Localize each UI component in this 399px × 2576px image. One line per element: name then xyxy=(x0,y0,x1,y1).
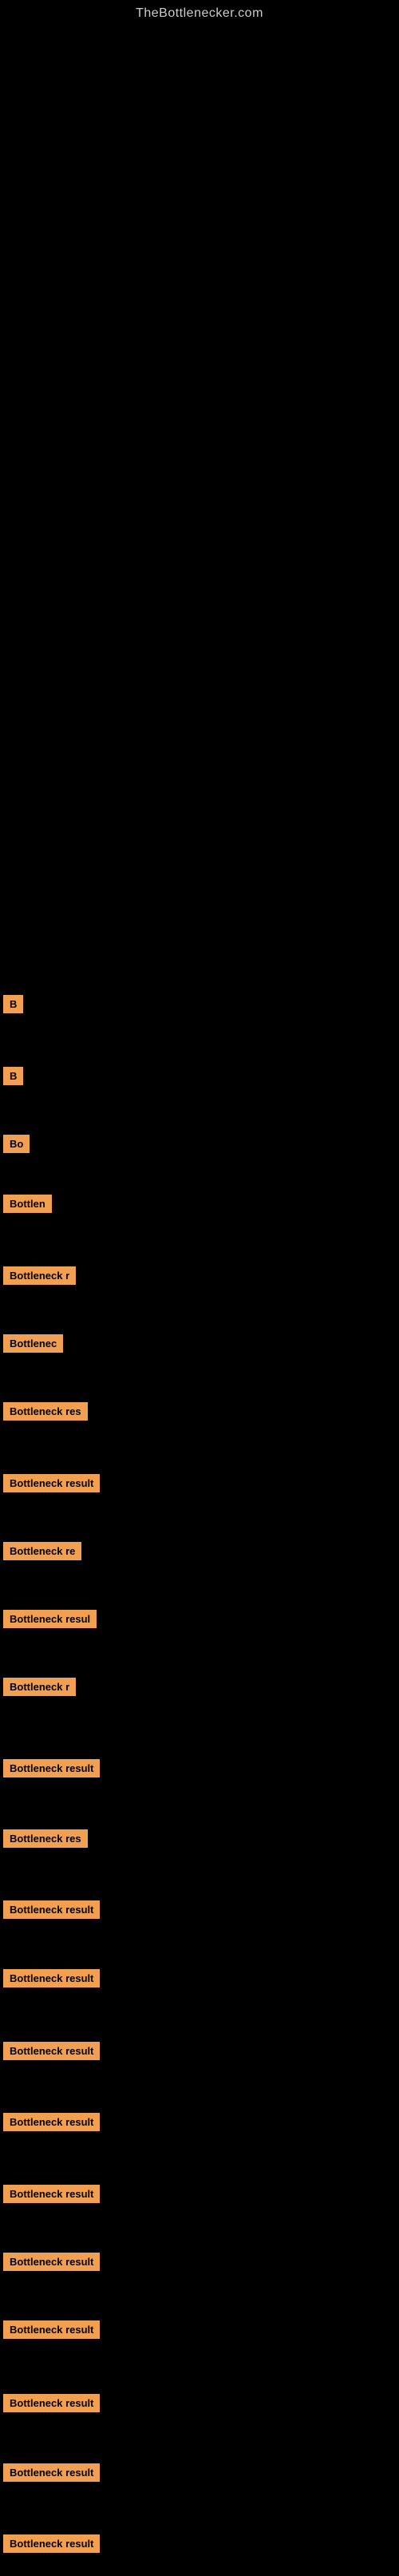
list-item: Bottleneck result xyxy=(3,2253,100,2271)
site-title: TheBottlenecker.com xyxy=(0,0,399,21)
list-item: Bottleneck r xyxy=(3,1678,76,1696)
list-item: Bottleneck result xyxy=(3,2185,100,2203)
list-item: Bottleneck r xyxy=(3,1266,76,1285)
list-item: Bottleneck result xyxy=(3,1900,100,1919)
list-item: Bottleneck res xyxy=(3,1402,88,1421)
list-item: Bo xyxy=(3,1135,30,1153)
list-item: Bottlen xyxy=(3,1195,52,1213)
list-item: B xyxy=(3,1067,23,1085)
list-item: Bottleneck result xyxy=(3,2534,100,2553)
list-item: Bottleneck result xyxy=(3,2113,100,2131)
list-item: B xyxy=(3,995,23,1013)
list-item: Bottlenec xyxy=(3,1334,63,1353)
list-item: Bottleneck result xyxy=(3,2463,100,2482)
list-item: Bottleneck result xyxy=(3,2320,100,2339)
list-item: Bottleneck result xyxy=(3,1474,100,1492)
list-item: Bottleneck re xyxy=(3,1542,81,1560)
list-item: Bottleneck result xyxy=(3,1969,100,1987)
list-item: Bottleneck res xyxy=(3,1829,88,1848)
list-item: Bottleneck resul xyxy=(3,1610,97,1628)
list-item: Bottleneck result xyxy=(3,2394,100,2412)
list-item: Bottleneck result xyxy=(3,1759,100,1777)
list-item: Bottleneck result xyxy=(3,2042,100,2060)
